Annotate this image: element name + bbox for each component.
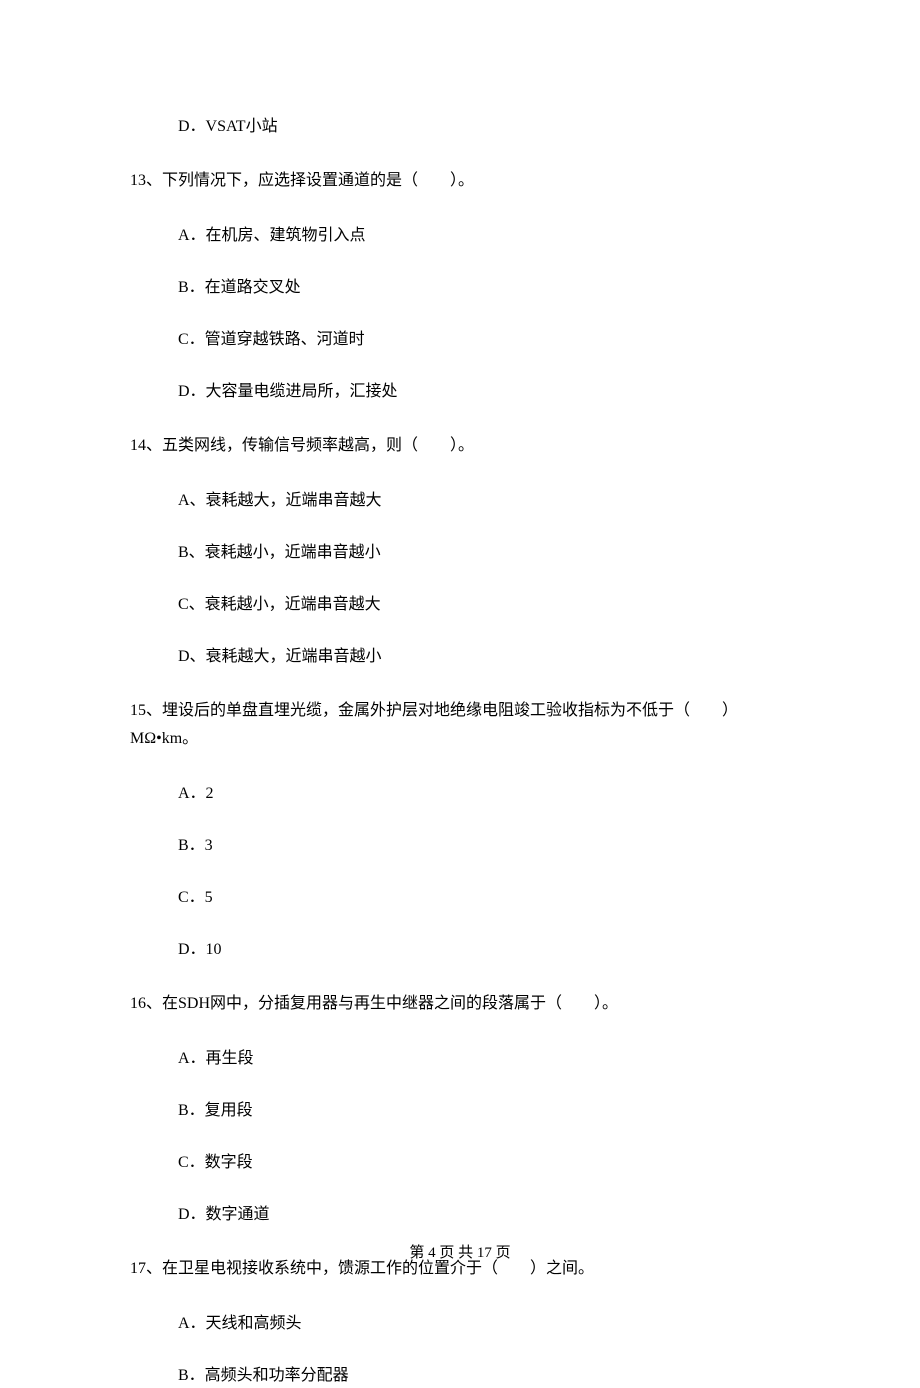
option: A、衰耗越大，近端串音越大	[130, 489, 790, 513]
option: B．高频头和功率分配器	[130, 1364, 790, 1388]
option-text: D．数字通道	[178, 1206, 270, 1223]
question-16: 16、在SDH网中，分插复用器与再生中继器之间的段落属于（ ）。	[130, 990, 790, 1019]
option-text: B．在道路交叉处	[178, 279, 301, 296]
option-text: B．复用段	[178, 1102, 253, 1119]
option: C．管道穿越铁路、河道时	[130, 328, 790, 352]
option-text: C．管道穿越铁路、河道时	[178, 331, 365, 348]
option-text: D．大容量电缆进局所，汇接处	[178, 383, 398, 400]
option: D．大容量电缆进局所，汇接处	[130, 380, 790, 404]
option: A．2	[130, 782, 790, 806]
option: B、衰耗越小，近端串音越小	[130, 541, 790, 565]
option: D、衰耗越大，近端串音越小	[130, 645, 790, 669]
option: C．数字段	[130, 1151, 790, 1175]
option: D．10	[130, 938, 790, 962]
page-footer: 第 4 页 共 17 页	[0, 1241, 920, 1262]
option: B．复用段	[130, 1099, 790, 1123]
option-text: C．数字段	[178, 1154, 253, 1171]
question-15: 15、埋设后的单盘直埋光缆，金属外护层对地绝缘电阻竣工验收指标为不低于（ ）MΩ…	[130, 697, 790, 755]
option-text: B．高频头和功率分配器	[178, 1367, 349, 1384]
option: D．数字通道	[130, 1203, 790, 1227]
option-text: C．5	[178, 889, 213, 906]
option: A．再生段	[130, 1047, 790, 1071]
option-text: A．在机房、建筑物引入点	[178, 227, 366, 244]
option-text: D、衰耗越大，近端串音越小	[178, 648, 382, 665]
option-text: D．10	[178, 941, 222, 958]
question-text: 15、埋设后的单盘直埋光缆，金属外护层对地绝缘电阻竣工验收指标为不低于（ ）MΩ…	[130, 697, 790, 755]
option-text: A．2	[178, 785, 214, 802]
option-text: B．3	[178, 837, 213, 854]
document-content: D．VSAT小站 13、下列情况下，应选择设置通道的是（ ）。 A．在机房、建筑…	[130, 115, 790, 1388]
question-14: 14、五类网线，传输信号频率越高，则（ ）。	[130, 432, 790, 461]
option: A．在机房、建筑物引入点	[130, 224, 790, 248]
option: B．在道路交叉处	[130, 276, 790, 300]
option: A．天线和高频头	[130, 1312, 790, 1336]
question-text: 14、五类网线，传输信号频率越高，则（ ）。	[130, 432, 790, 461]
option-text: D．VSAT小站	[178, 118, 278, 135]
orphan-option: D．VSAT小站	[130, 115, 790, 139]
question-13: 13、下列情况下，应选择设置通道的是（ ）。	[130, 167, 790, 196]
question-text: 13、下列情况下，应选择设置通道的是（ ）。	[130, 167, 790, 196]
option-text: A、衰耗越大，近端串音越大	[178, 492, 382, 509]
option: B．3	[130, 834, 790, 858]
option: C．5	[130, 886, 790, 910]
page-number: 第 4 页 共 17 页	[409, 1245, 510, 1261]
option: C、衰耗越小，近端串音越大	[130, 593, 790, 617]
option-text: C、衰耗越小，近端串音越大	[178, 596, 381, 613]
option-text: A．再生段	[178, 1050, 254, 1067]
option-text: A．天线和高频头	[178, 1315, 302, 1332]
option-text: B、衰耗越小，近端串音越小	[178, 544, 381, 561]
question-text: 16、在SDH网中，分插复用器与再生中继器之间的段落属于（ ）。	[130, 990, 790, 1019]
